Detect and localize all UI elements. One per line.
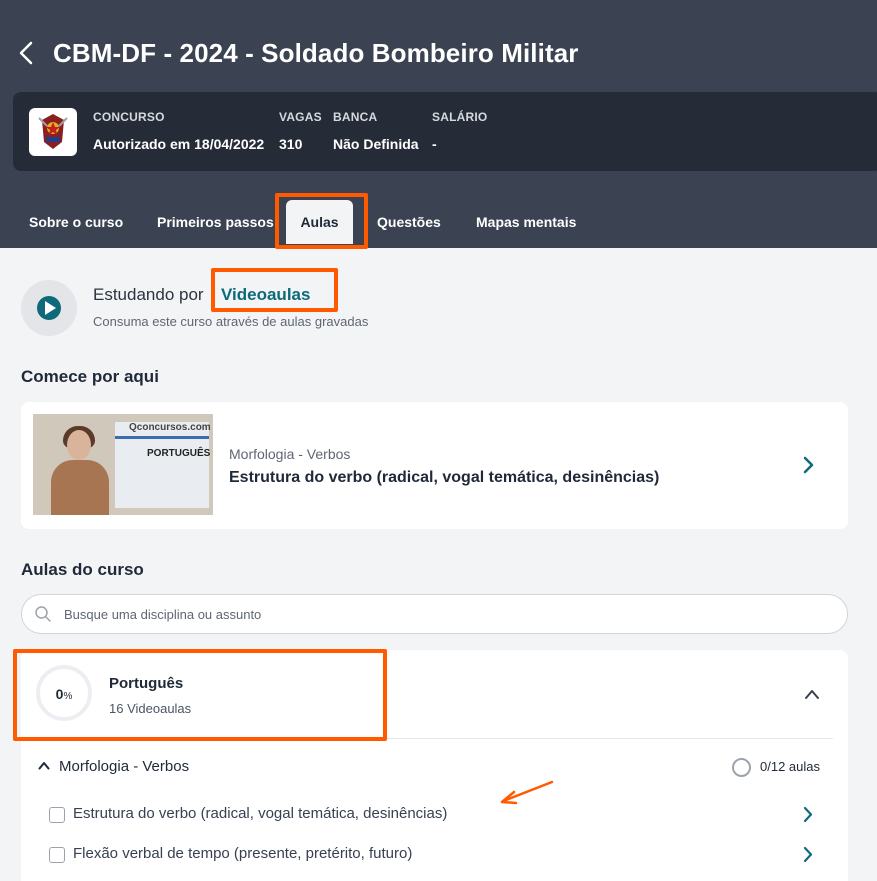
vagas-info: VAGAS 310: [279, 110, 322, 152]
chevron-right-icon[interactable]: [803, 806, 813, 823]
tab-primeiros-passos[interactable]: Primeiros passos: [157, 196, 274, 248]
start-here-card[interactable]: Qconcursos.com PORTUGUÊS Morfologia - Ve…: [21, 402, 848, 529]
fire-department-emblem-icon: [38, 114, 68, 149]
study-mode-badge: [21, 280, 77, 336]
vagas-label: VAGAS: [279, 110, 322, 124]
thumbnail-brand: Qconcursos.com: [129, 422, 211, 433]
concurso-label: CONCURSO: [93, 110, 165, 124]
back-arrow-icon[interactable]: [16, 40, 38, 66]
chevron-up-icon[interactable]: [804, 688, 820, 700]
course-tabs: Sobre o curso Primeiros passos Aulas Que…: [0, 196, 877, 248]
lesson-title: Flexão verbal de tempo (presente, pretér…: [73, 845, 413, 862]
thumbnail-presenter-head: [67, 430, 91, 460]
lesson-item[interactable]: Flexão verbal de tempo (presente, pretér…: [21, 836, 848, 876]
module-name[interactable]: Morfologia - Verbos: [59, 758, 189, 775]
start-here-heading: Comece por aqui: [21, 367, 159, 386]
banca-info: BANCA Não Definida: [333, 110, 419, 152]
course-info-card: CONCURSO Autorizado em 18/04/2022 VAGAS …: [13, 92, 877, 171]
tab-questoes[interactable]: Questões: [377, 196, 441, 248]
search-icon: [35, 606, 51, 622]
chevron-right-icon[interactable]: [803, 846, 813, 863]
discipline-panel: 0% Português 16 Videoaulas Morfologia - …: [21, 650, 848, 881]
study-mode-link[interactable]: Videoaulas: [221, 285, 310, 305]
salario-info: SALÁRIO -: [432, 110, 487, 152]
discipline-name: Português: [109, 675, 184, 692]
salario-value: -: [432, 136, 437, 152]
concurso-value: Autorizado em 18/04/2022: [93, 136, 265, 152]
salario-label: SALÁRIO: [432, 110, 488, 124]
search-input[interactable]: [64, 603, 824, 625]
fire-department-logo: [29, 108, 77, 156]
lesson-checkbox[interactable]: [49, 847, 65, 863]
annotation-arrow-icon: [500, 780, 554, 805]
course-title: CBM-DF - 2024 - Soldado Bombeiro Militar: [53, 38, 579, 68]
banca-label: BANCA: [333, 110, 378, 124]
discipline-search[interactable]: [21, 594, 848, 634]
tab-sobre-o-curso[interactable]: Sobre o curso: [29, 196, 123, 248]
discipline-divider: [36, 738, 833, 739]
discipline-lesson-count: 16 Videoaulas: [109, 701, 192, 716]
lesson-thumbnail: Qconcursos.com PORTUGUÊS: [33, 414, 213, 515]
course-header: CBM-DF - 2024 - Soldado Bombeiro Militar…: [0, 0, 877, 248]
chevron-right-icon[interactable]: [802, 456, 814, 474]
start-here-subject: Morfologia - Verbos: [229, 446, 351, 462]
thumbnail-slide-bar: [115, 436, 209, 439]
module-chevron-up-icon[interactable]: [38, 761, 50, 770]
study-prefix: Estudando por: [93, 285, 204, 304]
tab-mapas-mentais[interactable]: Mapas mentais: [476, 196, 576, 248]
banca-value: Não Definida: [333, 136, 419, 152]
vagas-value: 310: [279, 136, 303, 152]
lesson-item[interactable]: Estrutura do verbo (radical, vogal temát…: [21, 796, 848, 836]
discipline-progress: 0%: [40, 686, 88, 702]
lesson-checkbox[interactable]: [49, 807, 65, 823]
concurso-info: CONCURSO Autorizado em 18/04/2022: [93, 110, 264, 152]
discipline-progress-unit: %: [63, 691, 73, 702]
tab-aulas[interactable]: Aulas: [286, 200, 353, 244]
thumbnail-presenter-body: [51, 460, 109, 515]
discipline-progress-ring: 0%: [36, 665, 92, 721]
lesson-title: Estrutura do verbo (radical, vogal temát…: [73, 805, 448, 822]
thumbnail-slide-title: PORTUGUÊS: [147, 448, 211, 459]
start-here-lesson-title: Estrutura do verbo (radical, vogal temát…: [229, 469, 660, 486]
play-icon: [37, 296, 61, 320]
study-subtitle: Consuma este curso através de aulas grav…: [93, 314, 369, 329]
course-lessons-heading: Aulas do curso: [21, 560, 144, 579]
module-progress: 0/12 aulas: [760, 759, 820, 774]
thumbnail-slide: [115, 422, 209, 508]
module-progress-ring-icon: [732, 758, 751, 777]
